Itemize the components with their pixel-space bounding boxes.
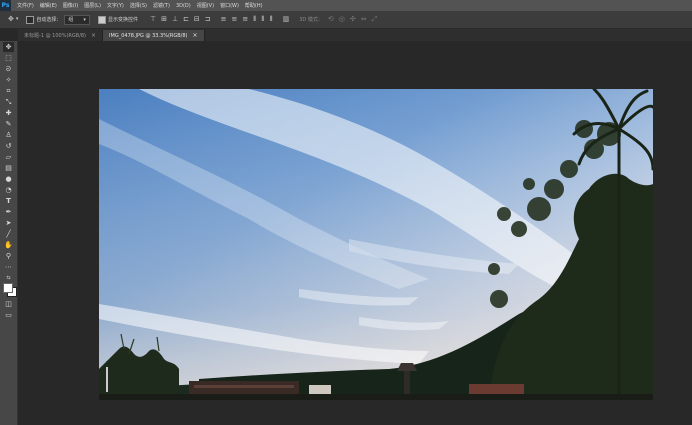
menu-bar: Ps 文件(F) 编辑(E) 图像(I) 图层(L) 文字(Y) 选择(S) 滤… bbox=[0, 0, 692, 11]
auto-select-value: 组 bbox=[68, 17, 74, 23]
move-tool-preset-icon[interactable]: ✥ bbox=[8, 16, 14, 23]
3d-pan-icon[interactable]: ✣ bbox=[350, 16, 356, 23]
document-tab-bar: 未标题-1 @ 100%(RGB/8) × IMG_0478.JPG @ 33.… bbox=[18, 29, 692, 41]
distribute-right-icon[interactable]: ⦀ bbox=[269, 16, 272, 23]
align-bottom-icon[interactable]: ⊥ bbox=[172, 16, 178, 23]
distribute-bottom-icon[interactable]: ≡ bbox=[242, 16, 248, 23]
3d-rotate-icon[interactable]: ⟲ bbox=[328, 16, 334, 23]
auto-select-checkbox[interactable] bbox=[26, 15, 35, 24]
show-transform-label: 显示变换控件 bbox=[107, 17, 138, 23]
foreground-color-swatch[interactable] bbox=[3, 283, 13, 293]
menu-image[interactable]: 图像(I) bbox=[63, 2, 78, 9]
menu-layer[interactable]: 图层(L) bbox=[84, 2, 101, 9]
eraser-icon[interactable]: ▱ bbox=[3, 152, 14, 162]
menu-file[interactable]: 文件(F) bbox=[17, 2, 34, 9]
tab-label: IMG_0478.JPG @ 33.3%(RGB/8) bbox=[109, 32, 188, 39]
chevron-down-icon[interactable]: ▾ bbox=[16, 17, 19, 22]
more-tools-icon[interactable]: ⋯ bbox=[3, 262, 14, 272]
show-transform-checkbox[interactable] bbox=[97, 15, 106, 24]
auto-align-icon[interactable]: ▥ bbox=[283, 16, 290, 23]
3d-roll-icon[interactable]: ◎ bbox=[339, 16, 345, 23]
menu-3d[interactable]: 3D(D) bbox=[176, 3, 191, 9]
align-right-icon[interactable]: ⊐ bbox=[205, 16, 211, 23]
close-icon[interactable]: × bbox=[91, 32, 96, 39]
history-brush-icon[interactable]: ↺ bbox=[3, 141, 14, 151]
3d-slide-icon[interactable]: ⇔ bbox=[361, 16, 367, 23]
options-bar: ✥ ▾ 自动选择： 组 ▾ 显示变换控件 ⊤ ⊞ ⊥ ⊏ ⊟ ⊐ ≡ ≡ ≡ ⦀… bbox=[0, 11, 692, 29]
document-image[interactable] bbox=[99, 89, 653, 400]
eyedropper-icon[interactable]: ⤡ bbox=[3, 97, 14, 107]
pen-icon[interactable]: ✒ bbox=[3, 207, 14, 217]
blur-icon[interactable]: ● bbox=[3, 174, 14, 184]
auto-select-dropdown[interactable]: 组 ▾ bbox=[64, 14, 90, 25]
default-colors-icon[interactable]: ⇆ bbox=[3, 273, 14, 283]
chevron-down-icon: ▾ bbox=[83, 16, 86, 23]
distribute-center-horizontal-icon[interactable]: ⦀ bbox=[261, 16, 264, 23]
tab-img-0478[interactable]: IMG_0478.JPG @ 33.3%(RGB/8) × bbox=[103, 30, 205, 41]
path-selection-icon[interactable]: ➤ bbox=[3, 218, 14, 228]
gradient-icon[interactable]: ▤ bbox=[3, 163, 14, 173]
lasso-icon[interactable]: ᘐ bbox=[3, 64, 14, 74]
tools-panel: ✥ ⬚ ᘐ ✧ ⌗ ⤡ ✚ ✎ ♙ ↺ ▱ ▤ ● ◔ T ✒ ➤ ╱ ✋ ⚲ … bbox=[0, 41, 18, 425]
rectangle-icon[interactable]: ╱ bbox=[3, 229, 14, 239]
clone-stamp-icon[interactable]: ♙ bbox=[3, 130, 14, 140]
brush-icon[interactable]: ✎ bbox=[3, 119, 14, 129]
align-top-icon[interactable]: ⊤ bbox=[150, 16, 156, 23]
type-icon[interactable]: T bbox=[3, 196, 14, 206]
menu-filter[interactable]: 滤镜(T) bbox=[153, 2, 170, 9]
crop-icon[interactable]: ⌗ bbox=[3, 86, 14, 96]
close-icon[interactable]: × bbox=[193, 32, 198, 39]
show-transform-group[interactable]: 显示变换控件 bbox=[97, 15, 138, 24]
hand-icon[interactable]: ✋ bbox=[3, 240, 14, 250]
menu-help[interactable]: 帮助(H) bbox=[245, 2, 263, 9]
3d-scale-icon[interactable]: ⤢ bbox=[372, 16, 378, 23]
distribute-center-icon[interactable]: ≡ bbox=[232, 16, 238, 23]
align-vertical-center-icon[interactable]: ⊞ bbox=[161, 16, 167, 23]
magic-wand-icon[interactable]: ✧ bbox=[3, 75, 14, 85]
screen-mode-icon[interactable]: ▭ bbox=[3, 310, 14, 320]
menu-window[interactable]: 窗口(W) bbox=[220, 2, 239, 9]
tab-label: 未标题-1 @ 100%(RGB/8) bbox=[24, 33, 87, 39]
healing-brush-icon[interactable]: ✚ bbox=[3, 108, 14, 118]
align-horizontal-center-icon[interactable]: ⊟ bbox=[194, 16, 200, 23]
quick-mask-icon[interactable]: ◫ bbox=[3, 299, 14, 309]
distribute-top-icon[interactable]: ≡ bbox=[221, 16, 227, 23]
menu-select[interactable]: 选择(S) bbox=[130, 2, 147, 9]
align-left-icon[interactable]: ⊏ bbox=[183, 16, 189, 23]
marquee-icon[interactable]: ⬚ bbox=[3, 53, 14, 63]
photoshop-logo[interactable]: Ps bbox=[0, 0, 11, 11]
menu-edit[interactable]: 编辑(E) bbox=[40, 2, 57, 9]
menu-view[interactable]: 视图(V) bbox=[197, 2, 214, 9]
menu-type[interactable]: 文字(Y) bbox=[107, 2, 124, 9]
distribute-left-icon[interactable]: ⦀ bbox=[253, 16, 256, 23]
dodge-icon[interactable]: ◔ bbox=[3, 185, 14, 195]
auto-select-label: 自动选择： bbox=[36, 17, 62, 23]
zoom-icon[interactable]: ⚲ bbox=[3, 251, 14, 261]
move-icon[interactable]: ✥ bbox=[3, 42, 14, 52]
tab-untitled-1[interactable]: 未标题-1 @ 100%(RGB/8) × bbox=[18, 30, 104, 41]
sky-photo bbox=[99, 89, 653, 400]
3d-mode-label: 3D 模式： bbox=[299, 17, 323, 23]
auto-select-group[interactable]: 自动选择： bbox=[26, 15, 62, 24]
